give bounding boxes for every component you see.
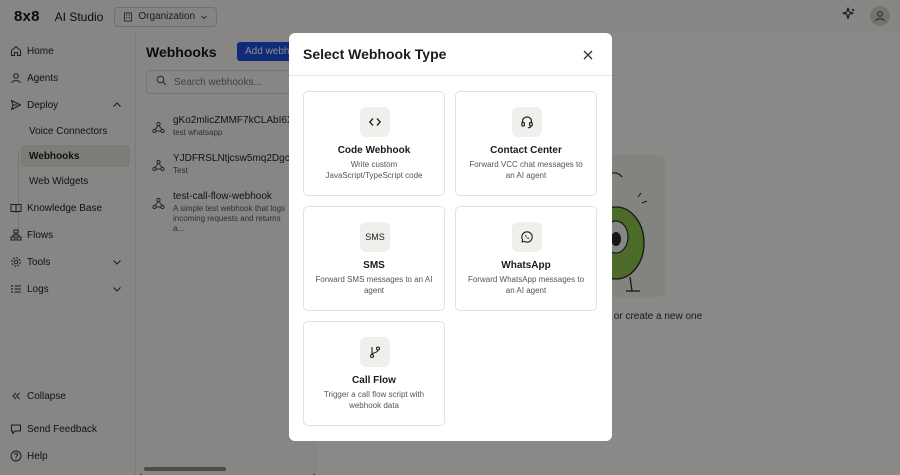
- webhook-type-card-call-flow[interactable]: Call Flow Trigger a call flow script wit…: [303, 321, 445, 426]
- card-title: SMS: [363, 260, 385, 271]
- card-description: Write custom JavaScript/TypeScript code: [325, 160, 423, 180]
- whatsapp-icon: [512, 222, 542, 252]
- select-webhook-type-dialog: Select Webhook Type Code Webhook Write c…: [289, 33, 612, 441]
- card-title: Code Webhook: [337, 145, 411, 156]
- webhook-type-card-contact-center[interactable]: Contact Center Forward VCC chat messages…: [455, 91, 597, 196]
- webhook-type-card-sms[interactable]: SMS SMS Forward SMS messages to an AI ag…: [303, 206, 445, 311]
- card-description: Trigger a call flow script with webhook …: [323, 390, 425, 410]
- card-title: WhatsApp: [501, 260, 551, 271]
- dialog-divider: [289, 75, 612, 76]
- webhook-type-card-code[interactable]: Code Webhook Write custom JavaScript/Typ…: [303, 91, 445, 196]
- sms-icon: SMS: [360, 222, 390, 252]
- card-description: Forward SMS messages to an AI agent: [315, 275, 433, 295]
- headset-icon: [512, 107, 542, 137]
- card-description: Forward VCC chat messages to an AI agent: [469, 160, 583, 180]
- webhook-type-card-whatsapp[interactable]: WhatsApp Forward WhatsApp messages to an…: [455, 206, 597, 311]
- git-branch-icon: [360, 337, 390, 367]
- card-title: Call Flow: [352, 375, 396, 386]
- dialog-title: Select Webhook Type: [303, 46, 447, 62]
- card-description: Forward WhatsApp messages to an AI agent: [467, 275, 585, 295]
- code-icon: [360, 107, 390, 137]
- close-icon[interactable]: [582, 48, 594, 60]
- card-title: Contact Center: [490, 145, 562, 156]
